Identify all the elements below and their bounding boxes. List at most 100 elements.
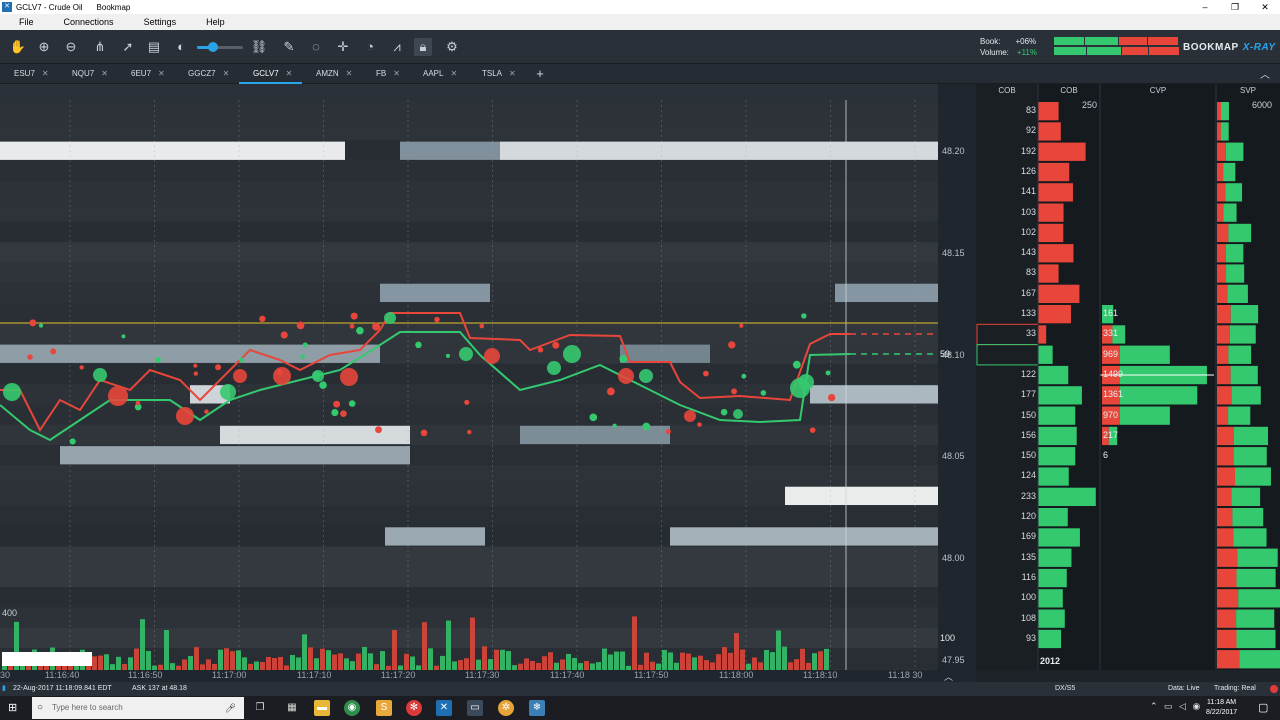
maximize-button[interactable]: ❐ bbox=[1220, 0, 1250, 14]
windows-start-icon[interactable]: ⊞ bbox=[8, 702, 20, 714]
volume-bar bbox=[362, 647, 367, 670]
time-tick-label: 11:16:50 bbox=[128, 670, 163, 680]
tab-aapl[interactable]: AAPL ✕ bbox=[409, 64, 457, 84]
app-blue-icon[interactable]: ❄ bbox=[529, 700, 545, 716]
volume-bar bbox=[650, 661, 655, 670]
taskbar-search[interactable]: ○ Type here to search 🎤︎ bbox=[32, 697, 244, 719]
taskbar-clock[interactable]: 11:18 AM 8/22/2017 bbox=[1206, 698, 1237, 718]
liquidity-streak bbox=[620, 344, 710, 363]
recording-indicator[interactable] bbox=[1270, 685, 1278, 693]
svp-buy-bar bbox=[1230, 305, 1259, 324]
tab-6eu7[interactable]: 6EU7 ✕ bbox=[117, 64, 165, 84]
volume-bar bbox=[566, 653, 571, 670]
hand-icon[interactable]: ✋ bbox=[9, 38, 27, 56]
cob-bid-bar bbox=[1038, 548, 1072, 567]
tab-close-icon[interactable]: ✕ bbox=[346, 69, 353, 78]
cob-ask-bar bbox=[1038, 162, 1070, 182]
zoom-out-icon[interactable]: ⊖ bbox=[62, 38, 80, 56]
menu-connections[interactable]: Connections bbox=[55, 17, 125, 27]
line-chart-icon[interactable]: ⩘ bbox=[388, 38, 406, 56]
lock-icon[interactable]: 🔒︎ bbox=[414, 38, 432, 56]
tab-gclv7[interactable]: GCLV7 ✕ bbox=[239, 64, 302, 84]
app-red-icon[interactable]: ✻ bbox=[406, 700, 422, 716]
tab-fb[interactable]: FB ✕ bbox=[362, 64, 400, 84]
layers-icon[interactable]: ▤ bbox=[145, 38, 163, 56]
status-bar: ▮ 22-Aug-2017 11:18:09.841 EDT ASK 137 a… bbox=[0, 682, 1280, 696]
trade-dot bbox=[434, 316, 440, 323]
tab-close-icon[interactable]: ✕ bbox=[42, 69, 49, 78]
tab-amzn[interactable]: AMZN ✕ bbox=[302, 64, 352, 84]
cob-bid-value: 120 bbox=[1020, 511, 1036, 521]
volume-bar bbox=[464, 658, 469, 670]
close-button[interactable]: ✕ bbox=[1250, 0, 1280, 14]
trade-dot bbox=[537, 347, 544, 353]
tab-close-icon[interactable]: ✕ bbox=[223, 69, 230, 78]
heatmap-row bbox=[0, 465, 938, 486]
add-tab-button[interactable]: + bbox=[533, 64, 547, 84]
menu-help[interactable]: Help bbox=[197, 17, 236, 27]
cob-ask-value: 133 bbox=[1020, 308, 1036, 318]
volume-bar bbox=[734, 633, 739, 670]
tab-close-icon[interactable]: ✕ bbox=[158, 69, 165, 78]
mic-icon[interactable]: 🎤︎ bbox=[225, 697, 236, 719]
volume-bar bbox=[320, 648, 325, 670]
collapse-icon[interactable]: ︿ bbox=[1260, 66, 1270, 81]
app-s-icon[interactable]: S bbox=[376, 700, 392, 716]
tab-close-icon[interactable]: ✕ bbox=[101, 69, 108, 78]
tab-close-icon[interactable]: ✕ bbox=[450, 69, 457, 78]
calculator-icon[interactable]: ▦ bbox=[284, 700, 300, 716]
tab-ggcz7[interactable]: GGCZ7 ✕ bbox=[174, 64, 229, 84]
app-orange-icon[interactable]: ✲ bbox=[498, 700, 514, 716]
trade-dot bbox=[479, 323, 485, 329]
tab-esu7[interactable]: ESU7 ✕ bbox=[0, 64, 49, 84]
task-view-icon[interactable]: ❐ bbox=[252, 700, 268, 716]
time-tick-label: 11:18:10 bbox=[803, 670, 838, 680]
tab-close-icon[interactable]: ✕ bbox=[509, 69, 516, 78]
trade-dot bbox=[825, 370, 831, 376]
heatmap-row bbox=[0, 303, 938, 324]
file-explorer-icon[interactable]: ▬ bbox=[314, 700, 330, 716]
heatmap-row bbox=[0, 221, 938, 243]
svp-sell-bar bbox=[1217, 589, 1239, 608]
cob-ask-value: 167 bbox=[1020, 287, 1036, 298]
svp-sell-bar bbox=[1217, 203, 1224, 222]
chat-icon[interactable]: ◌ bbox=[307, 38, 325, 56]
bookmap-taskbar-icon[interactable]: ✕ bbox=[436, 700, 452, 716]
volume-bar bbox=[716, 654, 721, 670]
trade-dot bbox=[464, 399, 470, 405]
menu-file[interactable]: File bbox=[10, 17, 45, 27]
share-icon[interactable]: ⋔ bbox=[91, 38, 109, 56]
crosshair-icon[interactable]: ✛ bbox=[334, 38, 352, 56]
menu-settings[interactable]: Settings bbox=[135, 17, 188, 27]
minimize-button[interactable]: – bbox=[1190, 0, 1220, 14]
tab-label: 6EU7 bbox=[131, 69, 152, 78]
tab-close-icon[interactable]: ✕ bbox=[393, 69, 400, 78]
volume-bar bbox=[422, 622, 427, 670]
volume-bar bbox=[104, 654, 109, 670]
time-tick-label: 30 bbox=[0, 670, 11, 680]
tab-nqu7[interactable]: NQU7 ✕ bbox=[58, 64, 108, 84]
pencil-icon[interactable]: ✎ bbox=[280, 38, 298, 56]
tab-tsla[interactable]: TSLA ✕ bbox=[468, 64, 516, 84]
zoom-in-icon[interactable]: ⊕ bbox=[35, 38, 53, 56]
system-tray[interactable]: ⌃ ▭ ◁ ◉ bbox=[1150, 701, 1202, 712]
rocket-icon[interactable]: ➚ bbox=[119, 38, 137, 56]
brightness-slider-knob[interactable] bbox=[208, 42, 219, 52]
trade-dot bbox=[731, 388, 737, 395]
brightness-icon[interactable]: ◐ bbox=[172, 38, 190, 56]
volume-bar bbox=[326, 650, 331, 670]
monitor-icon[interactable]: ▭ bbox=[467, 700, 483, 716]
notification-icon[interactable]: ▢ bbox=[1258, 701, 1268, 714]
heatmap-chart[interactable]: 400 bbox=[0, 100, 938, 670]
svp-buy-bar bbox=[1225, 142, 1244, 161]
volume-bar bbox=[806, 662, 811, 670]
tab-close-icon[interactable]: ✕ bbox=[286, 69, 293, 78]
link-icon[interactable]: ⛓ bbox=[250, 38, 268, 56]
cob-bid-value: 93 bbox=[1025, 632, 1036, 643]
time-tick-label: 11:17:40 bbox=[550, 670, 585, 680]
trade-dot bbox=[619, 355, 628, 363]
gear-icon[interactable]: ⚙ bbox=[443, 38, 461, 56]
timer-icon[interactable]: ◔ bbox=[361, 38, 379, 56]
volume-bar bbox=[542, 656, 547, 670]
chrome-icon[interactable]: ◉ bbox=[344, 700, 360, 716]
